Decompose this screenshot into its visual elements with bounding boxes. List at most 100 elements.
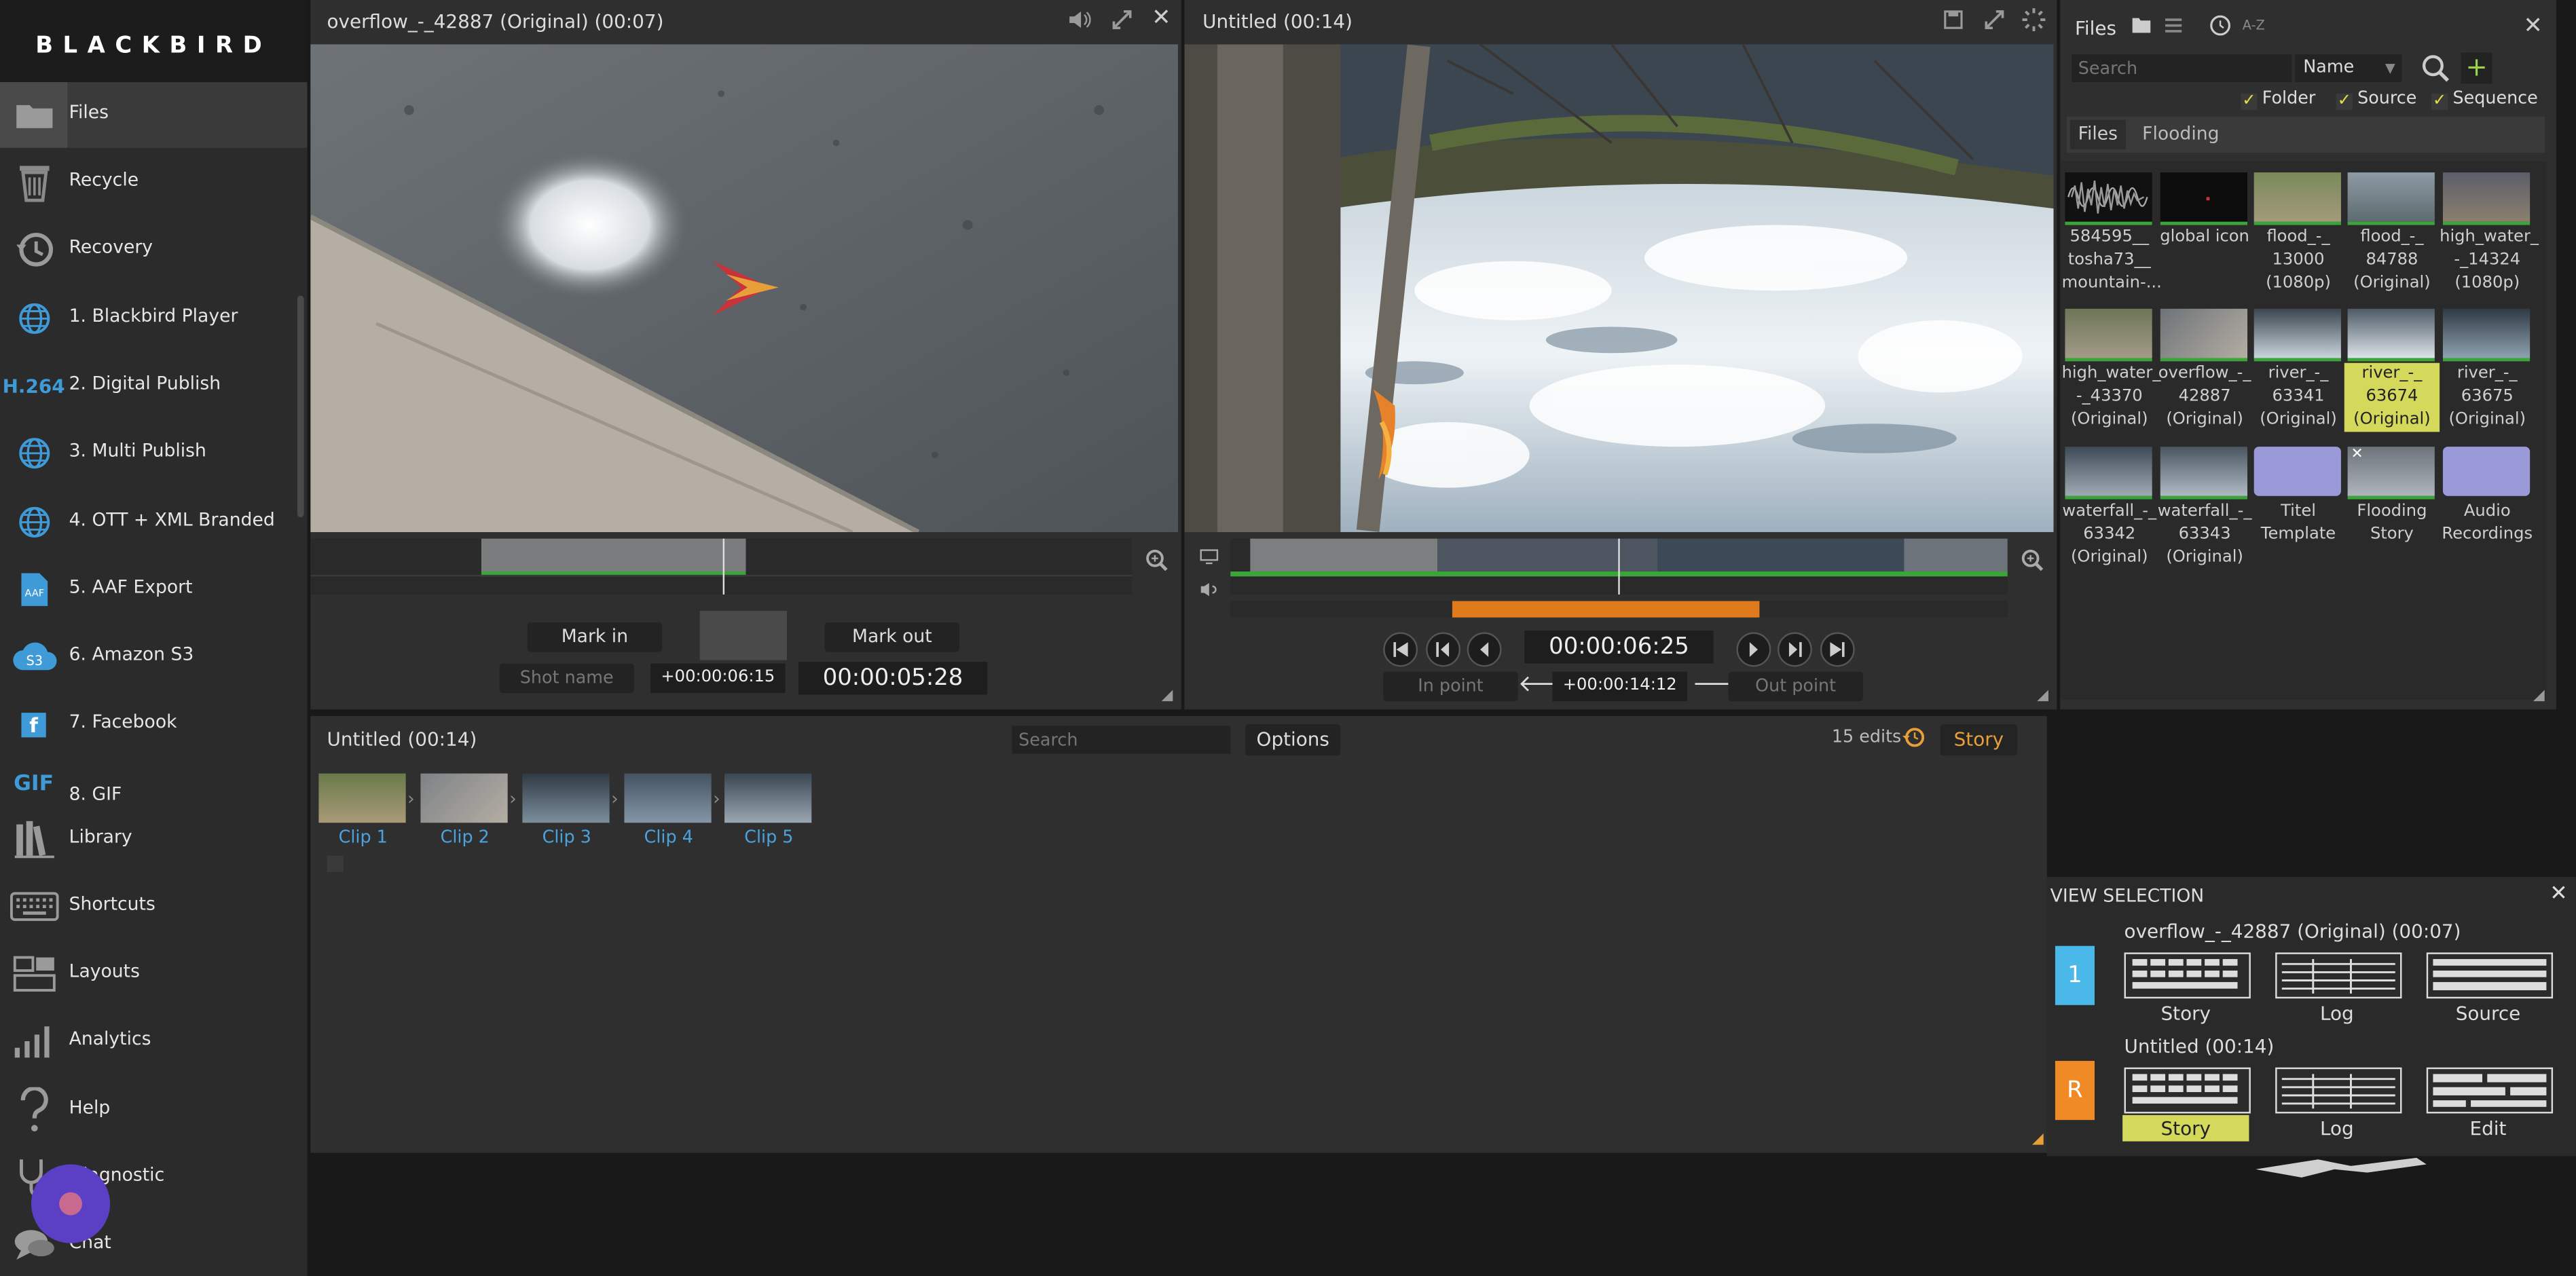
breadcrumb-flooding[interactable]: Flooding: [2142, 120, 2219, 150]
story-tab[interactable]: Story: [1940, 724, 2018, 756]
volume-icon[interactable]: [1068, 8, 1091, 36]
sidebar-scrollbar[interactable]: [297, 295, 304, 518]
folder-view-icon[interactable]: [2131, 16, 2152, 39]
file-item-label: Flooding Story: [2357, 502, 2427, 544]
next-edit-button[interactable]: [1778, 632, 1812, 667]
source-playhead[interactable]: [722, 538, 725, 595]
sidebar-item-gif[interactable]: GIF 8. GIF: [0, 760, 307, 806]
filter-sequence-checkbox[interactable]: ✓ Sequence: [2431, 88, 2538, 111]
sort-select[interactable]: Name ▼: [2295, 54, 2402, 82]
breadcrumb-files[interactable]: Files: [2069, 119, 2126, 150]
sidebar-item-multi-publish[interactable]: 3. Multi Publish: [0, 420, 307, 486]
file-item-label: river_-_ 63674 (Original): [2344, 362, 2440, 432]
layout-label: Log: [2320, 1116, 2354, 1140]
story-layout-icon[interactable]: [2124, 1067, 2251, 1114]
facebook-icon: f: [0, 692, 67, 757]
record-timeline[interactable]: [1230, 538, 2008, 595]
filter-sequence-label: Sequence: [2452, 88, 2538, 109]
go-to-start-button[interactable]: [1383, 632, 1418, 667]
previous-edit-button[interactable]: [1426, 632, 1461, 667]
log-layout-icon[interactable]: [2275, 1067, 2402, 1114]
in-point-button[interactable]: In point: [1383, 671, 1518, 702]
source-filmstrip: [481, 538, 746, 572]
track-monitor-icon[interactable]: [1199, 548, 1219, 569]
sidebar-item-shortcuts[interactable]: Shortcuts: [0, 874, 307, 939]
log-layout-icon[interactable]: [2275, 952, 2402, 999]
mark-in-button[interactable]: Mark in: [527, 622, 663, 652]
sidebar-item-recycle[interactable]: Recycle: [0, 149, 307, 215]
sidebar-item-label: Recycle: [69, 169, 139, 191]
add-button[interactable]: +: [2461, 52, 2492, 84]
sidebar-item-amazon-s3[interactable]: S3 6. Amazon S3: [0, 624, 307, 690]
resize-handle-icon[interactable]: ◢: [2533, 689, 2545, 705]
options-button[interactable]: Options: [1245, 724, 1341, 756]
fullscreen-icon[interactable]: [1111, 8, 1134, 36]
layouts-icon: [0, 941, 67, 1007]
storyboard-search-input[interactable]: [1012, 726, 1231, 754]
s3-icon: S3: [0, 624, 67, 690]
chevron-right-icon: ›: [611, 788, 619, 810]
floating-record-button[interactable]: [31, 1164, 111, 1243]
close-icon[interactable]: ✕: [1152, 7, 1171, 30]
chevron-right-icon: ›: [713, 788, 720, 810]
record-timecode: 00:00:06:25: [1524, 631, 1714, 664]
sidebar-item-recovery[interactable]: Recovery: [0, 217, 307, 282]
record-playhead[interactable]: [1618, 538, 1620, 595]
step-forward-button[interactable]: [1736, 632, 1771, 667]
in-out-range[interactable]: [1452, 601, 1760, 618]
folder-icon: [2253, 447, 2341, 496]
out-point-button[interactable]: Out point: [1728, 671, 1863, 702]
keyboard-icon: [0, 874, 67, 939]
sidebar-item-ott-xml[interactable]: 4. OTT + XML Branded: [0, 489, 307, 555]
sidebar-item-label: 5. AAF Export: [69, 576, 193, 598]
filter-source-label: Source: [2357, 88, 2417, 109]
thumbnail: [2160, 172, 2248, 225]
filter-folder-checkbox[interactable]: ✓ Folder: [2241, 89, 2315, 111]
resize-handle-icon[interactable]: ◢: [2032, 1132, 2044, 1148]
history-icon[interactable]: [1902, 724, 1926, 755]
mark-out-button[interactable]: Mark out: [824, 622, 960, 652]
edit-layout-icon[interactable]: [2426, 1067, 2554, 1114]
sidebar-item-blackbird-player[interactable]: 1. Blackbird Player: [0, 286, 307, 352]
step-back-button[interactable]: [1467, 632, 1502, 667]
thumbnail: [2442, 172, 2531, 225]
source-video-frame[interactable]: [310, 44, 1178, 532]
sidebar-item-analytics[interactable]: Analytics: [0, 1009, 307, 1074]
go-to-end-button[interactable]: [1820, 632, 1855, 667]
drop-target[interactable]: [327, 855, 344, 872]
shot-name-input[interactable]: Shot name: [499, 663, 634, 694]
source-layout-icon[interactable]: [2426, 952, 2554, 999]
record-range-track[interactable]: [1230, 601, 2008, 618]
sidebar-item-facebook[interactable]: f 7. Facebook: [0, 692, 307, 757]
zoom-icon[interactable]: [2021, 548, 2044, 576]
analytics-icon: [0, 1009, 67, 1074]
file-item-label: high_water_ -_14324 (1080p): [2440, 228, 2539, 293]
record-name: Untitled (00:14): [2124, 1034, 2275, 1058]
record-video-frame[interactable]: [1184, 44, 2054, 532]
sidebar-item-digital-publish[interactable]: H.264 2. Digital Publish: [0, 353, 307, 419]
audio-track-icon[interactable]: [1199, 582, 1219, 603]
zoom-icon[interactable]: [1145, 548, 1168, 576]
recent-clock-icon[interactable]: [2209, 15, 2230, 41]
save-icon[interactable]: [1943, 10, 1963, 35]
fullscreen-icon[interactable]: [1983, 8, 2006, 36]
sidebar-item-aaf-export[interactable]: AAF 5. AAF Export: [0, 557, 307, 622]
close-icon[interactable]: ✕: [2524, 15, 2543, 38]
story-layout-icon[interactable]: [2124, 952, 2251, 999]
resize-handle-icon[interactable]: ◢: [2037, 689, 2048, 705]
source-timeline[interactable]: [310, 538, 1133, 595]
search-icon[interactable]: [2420, 52, 2452, 83]
resize-handle-icon[interactable]: ◢: [1162, 689, 1173, 705]
sidebar-item-layouts[interactable]: Layouts: [0, 941, 307, 1007]
sidebar-item-library[interactable]: Library: [0, 806, 307, 872]
sidebar-item-help[interactable]: Help: [0, 1077, 307, 1143]
sidebar-item-files[interactable]: Files: [0, 81, 308, 148]
list-view-icon[interactable]: [2164, 16, 2184, 39]
files-search-input[interactable]: [2072, 54, 2292, 82]
close-icon[interactable]: ✕: [2550, 884, 2567, 905]
sort-az-toggle[interactable]: A-Z: [2243, 18, 2265, 33]
filter-source-checkbox[interactable]: ✓ Source: [2336, 88, 2417, 111]
sidebar-item-label: Recovery: [69, 236, 153, 258]
storyboard-title: Untitled (00:14): [327, 727, 477, 751]
shot-thumbnail: [699, 611, 787, 660]
